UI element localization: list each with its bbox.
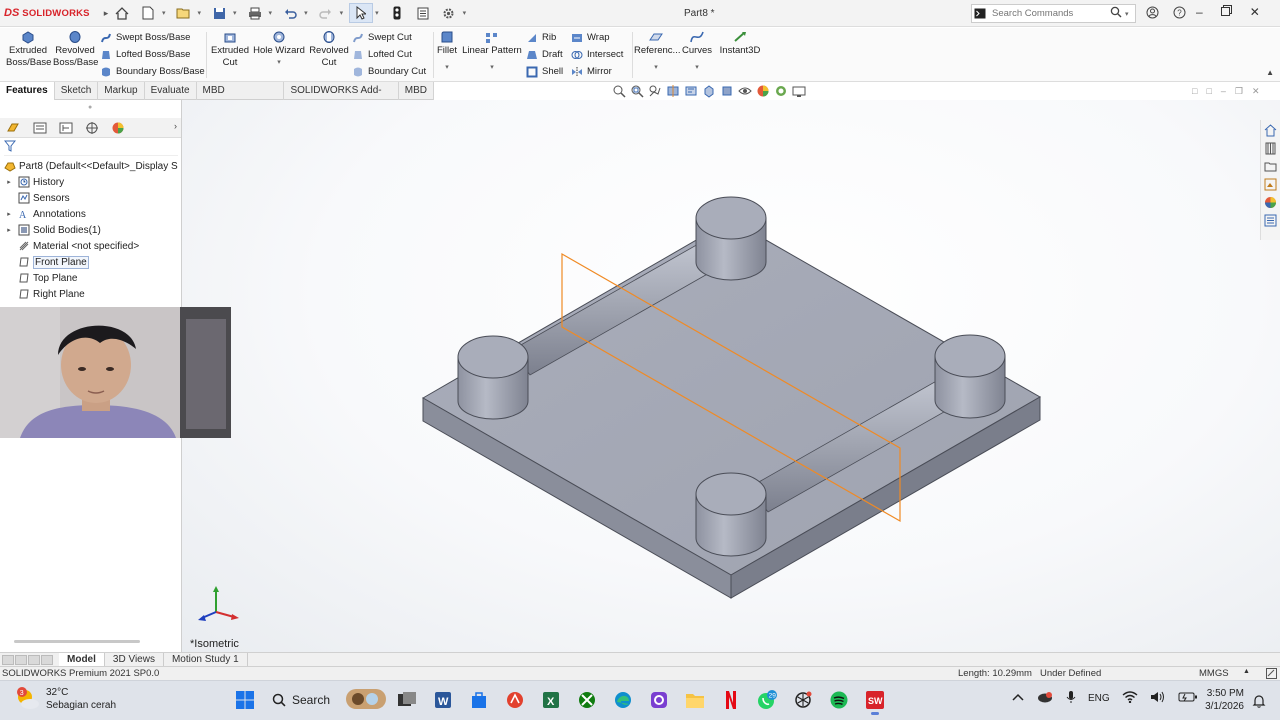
- weather-widget[interactable]: 3 32°C Sebagian cerah: [14, 686, 116, 712]
- next-tab-icon[interactable]: [28, 654, 40, 665]
- taskbar-search-label: Search: [291, 693, 330, 707]
- wifi-icon[interactable]: [1122, 691, 1138, 706]
- current-view-label: *Isometric: [190, 638, 239, 650]
- cylinder-right[interactable]: [934, 334, 1006, 419]
- clock-time: 3:50 PM: [1206, 688, 1244, 699]
- spotify-icon[interactable]: [824, 685, 854, 715]
- excel-icon[interactable]: X: [536, 685, 566, 715]
- file-explorer-icon[interactable]: [680, 685, 710, 715]
- word-icon[interactable]: W: [428, 685, 458, 715]
- tab-model[interactable]: Model: [59, 653, 105, 666]
- cylinder-left[interactable]: [457, 335, 529, 420]
- edge-browser-icon[interactable]: [608, 685, 638, 715]
- weather-description: Sebagian cerah: [46, 700, 117, 711]
- notifications-icon[interactable]: [1252, 694, 1266, 711]
- svg-text:SW: SW: [868, 696, 883, 706]
- input-language[interactable]: ENG: [1088, 693, 1110, 704]
- chatgpt-icon[interactable]: [788, 685, 818, 715]
- system-clock[interactable]: 3:50 PM 3/1/2026: [1196, 687, 1244, 713]
- battery-icon[interactable]: [1178, 691, 1198, 706]
- selection-length: Length: 10.29mm: [958, 668, 1032, 679]
- taskbar-apps: Search W X 29 SW: [230, 685, 890, 715]
- taskbar-search[interactable]: Search: [266, 685, 386, 715]
- unit-system[interactable]: MMGS: [1199, 668, 1229, 679]
- cylinder-front[interactable]: [695, 472, 767, 557]
- netflix-icon[interactable]: [716, 685, 746, 715]
- svg-text:W: W: [438, 696, 449, 708]
- cloud-sync-icon[interactable]: [1036, 691, 1054, 706]
- svg-text:X: X: [547, 696, 555, 708]
- solidworks-taskbar-icon[interactable]: SW: [860, 685, 890, 715]
- tab-scroll-arrows: [2, 654, 53, 665]
- windows-taskbar: 3 32°C Sebagian cerah Search W X 29 SW E…: [0, 680, 1280, 720]
- tab-3d-views[interactable]: 3D Views: [105, 653, 164, 666]
- microsoft-store-icon[interactable]: [464, 685, 494, 715]
- search-highlight-icon: [346, 687, 386, 714]
- tab-motion-study[interactable]: Motion Study 1: [164, 653, 248, 666]
- chevron-up-icon[interactable]: [1012, 693, 1024, 704]
- system-tray: ENG: [1012, 690, 1198, 707]
- chevron-up-icon[interactable]: ▲: [1243, 668, 1250, 675]
- weather-sun-icon: 3: [17, 687, 39, 709]
- whatsapp-notification-badge: 29: [769, 693, 777, 700]
- clock-date: 3/1/2026: [1205, 701, 1244, 712]
- whatsapp-icon[interactable]: 29: [752, 685, 782, 715]
- bottom-model-tabs: Model 3D Views Motion Study 1: [0, 652, 1280, 666]
- search-icon: [272, 693, 286, 707]
- task-view-icon[interactable]: [392, 685, 422, 715]
- previous-tab-icon[interactable]: [15, 654, 27, 665]
- temperature: 32°C: [46, 687, 69, 698]
- status-bar: SOLIDWORKS Premium 2021 SP0.0 Length: 10…: [0, 666, 1280, 680]
- weather-alert-badge: 3: [20, 690, 24, 697]
- xbox-icon[interactable]: [572, 685, 602, 715]
- last-tab-icon[interactable]: [41, 654, 53, 665]
- first-tab-icon[interactable]: [2, 654, 14, 665]
- webcam-overlay: [0, 307, 231, 438]
- product-version: SOLIDWORKS Premium 2021 SP0.0: [2, 668, 160, 679]
- volume-icon[interactable]: [1150, 691, 1166, 706]
- screen-recorder-icon[interactable]: [644, 685, 674, 715]
- cylinder-back[interactable]: [695, 196, 767, 281]
- pdf-reader-icon[interactable]: [500, 685, 530, 715]
- windows-start-icon[interactable]: [230, 685, 260, 715]
- orientation-triad: [198, 586, 239, 621]
- microphone-icon[interactable]: [1066, 690, 1076, 707]
- sketch-definition-status: Under Defined: [1040, 668, 1102, 679]
